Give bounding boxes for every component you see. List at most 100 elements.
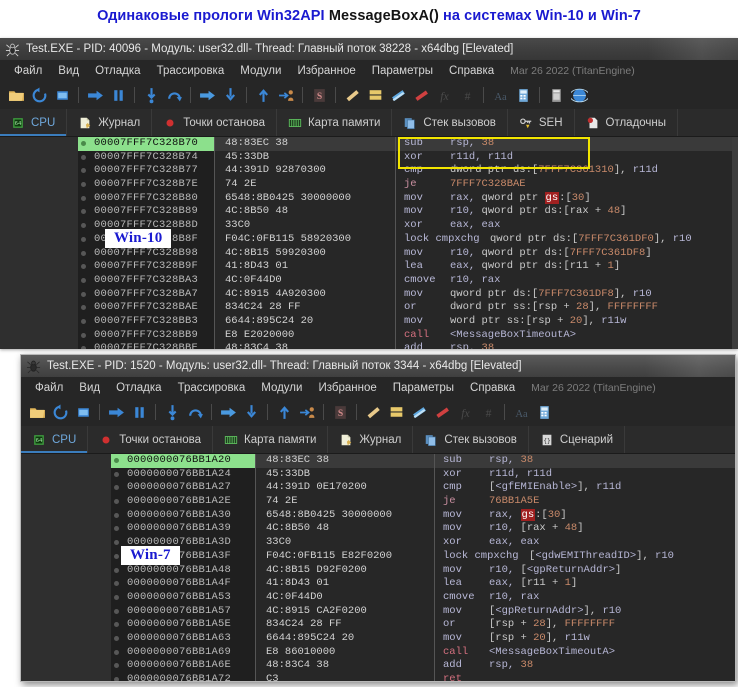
breakpoint-dot-icon[interactable]: [78, 301, 90, 315]
tab-call-stack[interactable]: Стек вызовов: [392, 109, 508, 136]
step-out-icon[interactable]: [196, 84, 218, 106]
stop-icon[interactable]: [51, 84, 73, 106]
open-folder-icon[interactable]: [5, 84, 27, 106]
window-titlebar[interactable]: Test.EXE - PID: 40096 - Модуль: user32.d…: [0, 38, 738, 60]
breakpoint-dot-icon[interactable]: [111, 577, 123, 591]
run-to-icon[interactable]: [219, 84, 241, 106]
breakpoint-dot-icon[interactable]: [78, 328, 90, 343]
vertical-scrollbar[interactable]: [732, 137, 738, 349]
menu-item-debug[interactable]: Отладка: [87, 63, 148, 79]
tab-log[interactable]: Журнал: [67, 109, 153, 136]
run-to-user-icon[interactable]: [273, 401, 295, 423]
patch-icon[interactable]: [341, 84, 363, 106]
breakpoint-dot-icon[interactable]: [111, 659, 123, 673]
breakpoint-dot-icon[interactable]: [78, 287, 90, 302]
breakpoint-dot-icon[interactable]: [78, 273, 90, 288]
disassembly-row[interactable]: 00007FFF7C328BA7 4C:8915 4A920300 mov qword…: [0, 287, 738, 302]
menu-item-help[interactable]: Справка: [441, 63, 502, 79]
disassembly-row[interactable]: 00007FFF7C328B77 44:391D 92870300 cmp dword…: [0, 164, 738, 179]
breakpoint-dot-icon[interactable]: [78, 137, 90, 151]
globe-icon[interactable]: [568, 84, 590, 106]
calculator-icon[interactable]: [533, 401, 555, 423]
disassembly-row[interactable]: 0000000076BB1A69 E8 86010000 call <MessageB…: [21, 645, 735, 660]
menu-item-modules[interactable]: Модули: [253, 380, 310, 396]
disassembly-row[interactable]: 00007FFF7C328BBE 48:83C4 38 add rsp, 38: [0, 342, 738, 349]
disassembly-row[interactable]: 00007FFF7C328B89 4C:8B50 48 mov r10, qword …: [0, 205, 738, 220]
menu-item-help[interactable]: Справка: [462, 380, 523, 396]
breakpoint-dot-icon[interactable]: [111, 604, 123, 619]
toolbar[interactable]: S fx # Aa: [21, 398, 735, 426]
tab-cpu[interactable]: 64 CPU: [0, 109, 68, 136]
disassembly-row[interactable]: 0000000076BB1A30 6548:8B0425 30000000 mov r…: [21, 508, 735, 523]
disassembly-row[interactable]: 0000000076BB1A63 6644:895C24 20 mov [rsp + …: [21, 631, 735, 646]
step-over-icon[interactable]: [184, 401, 206, 423]
step-out-icon[interactable]: [217, 401, 239, 423]
breakpoint-dot-icon[interactable]: [78, 150, 90, 165]
x64dbg-window-win10[interactable]: Test.EXE - PID: 40096 - Модуль: user32.d…: [0, 38, 738, 349]
step-over-icon[interactable]: [163, 84, 185, 106]
breakpoint-dot-icon[interactable]: [78, 342, 90, 349]
breakpoint-dot-icon[interactable]: [78, 219, 90, 233]
tab-log[interactable]: Журнал: [328, 426, 414, 453]
run-icon[interactable]: [105, 401, 127, 423]
menu-item-favorites[interactable]: Избранное: [310, 380, 384, 396]
disassembly-row[interactable]: 0000000076BB1A72 C3 ret: [21, 673, 735, 681]
breakpoint-dot-icon[interactable]: [111, 618, 123, 632]
disassembly-row[interactable]: 00007FFF7C328BAE 834C24 28 FF or dword ptr …: [0, 301, 738, 315]
disassembly-row[interactable]: 0000000076BB1A48 4C:8B15 D92F0200 mov r10, …: [21, 563, 735, 578]
breakpoint-dot-icon[interactable]: [111, 590, 123, 605]
notes-icon[interactable]: [387, 84, 409, 106]
run-to-icon[interactable]: [240, 401, 262, 423]
notes-icon[interactable]: [408, 401, 430, 423]
restart-icon[interactable]: [28, 84, 50, 106]
pause-icon[interactable]: [107, 84, 129, 106]
disassembly-panel[interactable]: RIP 00007FFF7C328B7048:83EC 38subrsp, 38…: [0, 137, 738, 349]
breakpoint-dot-icon[interactable]: [78, 178, 90, 192]
breakpoint-dot-icon[interactable]: [111, 454, 123, 468]
menu-item-trace[interactable]: Трассировка: [170, 380, 254, 396]
pause-icon[interactable]: [128, 401, 150, 423]
breakpoint-dot-icon[interactable]: [111, 645, 123, 660]
breakpoint-dot-icon[interactable]: [78, 232, 90, 247]
disassembly-row[interactable]: 0000000076BB1A2E 74 2E je 76BB1A5E: [21, 495, 735, 509]
disassembly-row[interactable]: 0000000076BB1A20 48:83EC 38 sub rsp, 38: [21, 454, 735, 468]
breakpoint-dot-icon[interactable]: [111, 522, 123, 537]
disassembly-row[interactable]: 0000000076BB1A5E 834C24 28 FF or [rsp + 28]…: [21, 618, 735, 632]
menu-bar[interactable]: Файл Вид Отладка Трассировка Модули Избр…: [0, 60, 738, 81]
menu-item-favorites[interactable]: Избранное: [289, 63, 363, 79]
step-into-icon[interactable]: [140, 84, 162, 106]
breakpoint-dot-icon[interactable]: [78, 191, 90, 206]
log-icon[interactable]: [364, 84, 386, 106]
attach-icon[interactable]: [296, 401, 318, 423]
stop-icon[interactable]: [72, 401, 94, 423]
breakpoint-dot-icon[interactable]: [111, 495, 123, 509]
breakpoint-dot-icon[interactable]: [78, 205, 90, 220]
disassembly-row[interactable]: 00007FFF7C328B98 4C:8B15 59920300 mov r10, …: [0, 246, 738, 261]
disassembly-row[interactable]: 00007FFF7C328B70 48:83EC 38 sub rsp, 38: [0, 137, 738, 151]
window-titlebar[interactable]: Test.EXE - PID: 1520 - Модуль: user32.dl…: [21, 355, 735, 377]
tab-breakpoints[interactable]: Точки останова: [152, 109, 277, 136]
disassembly-row[interactable]: 0000000076BB1A39 4C:8B50 48 mov r10, [rax +…: [21, 522, 735, 537]
disassembly-row[interactable]: 00007FFF7C328BA3 4C:0F44D0 cmove r10, rax: [0, 273, 738, 288]
disassembly-panel[interactable]: RIP 0000000076BB1A2048:83EC 38subrsp, 38…: [21, 454, 735, 681]
disassembly-row[interactable]: 00007FFF7C328BB3 6644:895C24 20 mov word pt…: [0, 314, 738, 329]
disassembly-row[interactable]: 00007FFF7C328BB9 E8 E2020000 call <MessageB…: [0, 328, 738, 343]
bookmark-icon[interactable]: [431, 401, 453, 423]
step-into-icon[interactable]: [161, 401, 183, 423]
menu-item-view[interactable]: Вид: [71, 380, 108, 396]
menu-item-modules[interactable]: Модули: [232, 63, 289, 79]
menu-item-file[interactable]: Файл: [27, 380, 71, 396]
menu-item-debug[interactable]: Отладка: [108, 380, 169, 396]
disassembly-row[interactable]: 0000000076BB1A57 4C:8915 CA2F0200 mov [<gpR…: [21, 604, 735, 619]
breakpoint-dot-icon[interactable]: [78, 260, 90, 274]
disassembly-row[interactable]: 00007FFF7C328B9F 41:8D43 01 lea eax, qword …: [0, 260, 738, 274]
calculator-icon[interactable]: [512, 84, 534, 106]
keypad-icon[interactable]: [545, 84, 567, 106]
x64dbg-window-win7[interactable]: Test.EXE - PID: 1520 - Модуль: user32.dl…: [20, 354, 736, 682]
breakpoint-dot-icon[interactable]: [111, 673, 123, 681]
breakpoint-dot-icon[interactable]: [78, 164, 90, 179]
patch-icon[interactable]: [362, 401, 384, 423]
breakpoint-dot-icon[interactable]: [78, 314, 90, 329]
script-icon[interactable]: S: [329, 401, 351, 423]
disassembly-row[interactable]: 00007FFF7C328B7E 74 2E je 7FFF7C328BAE: [0, 178, 738, 192]
